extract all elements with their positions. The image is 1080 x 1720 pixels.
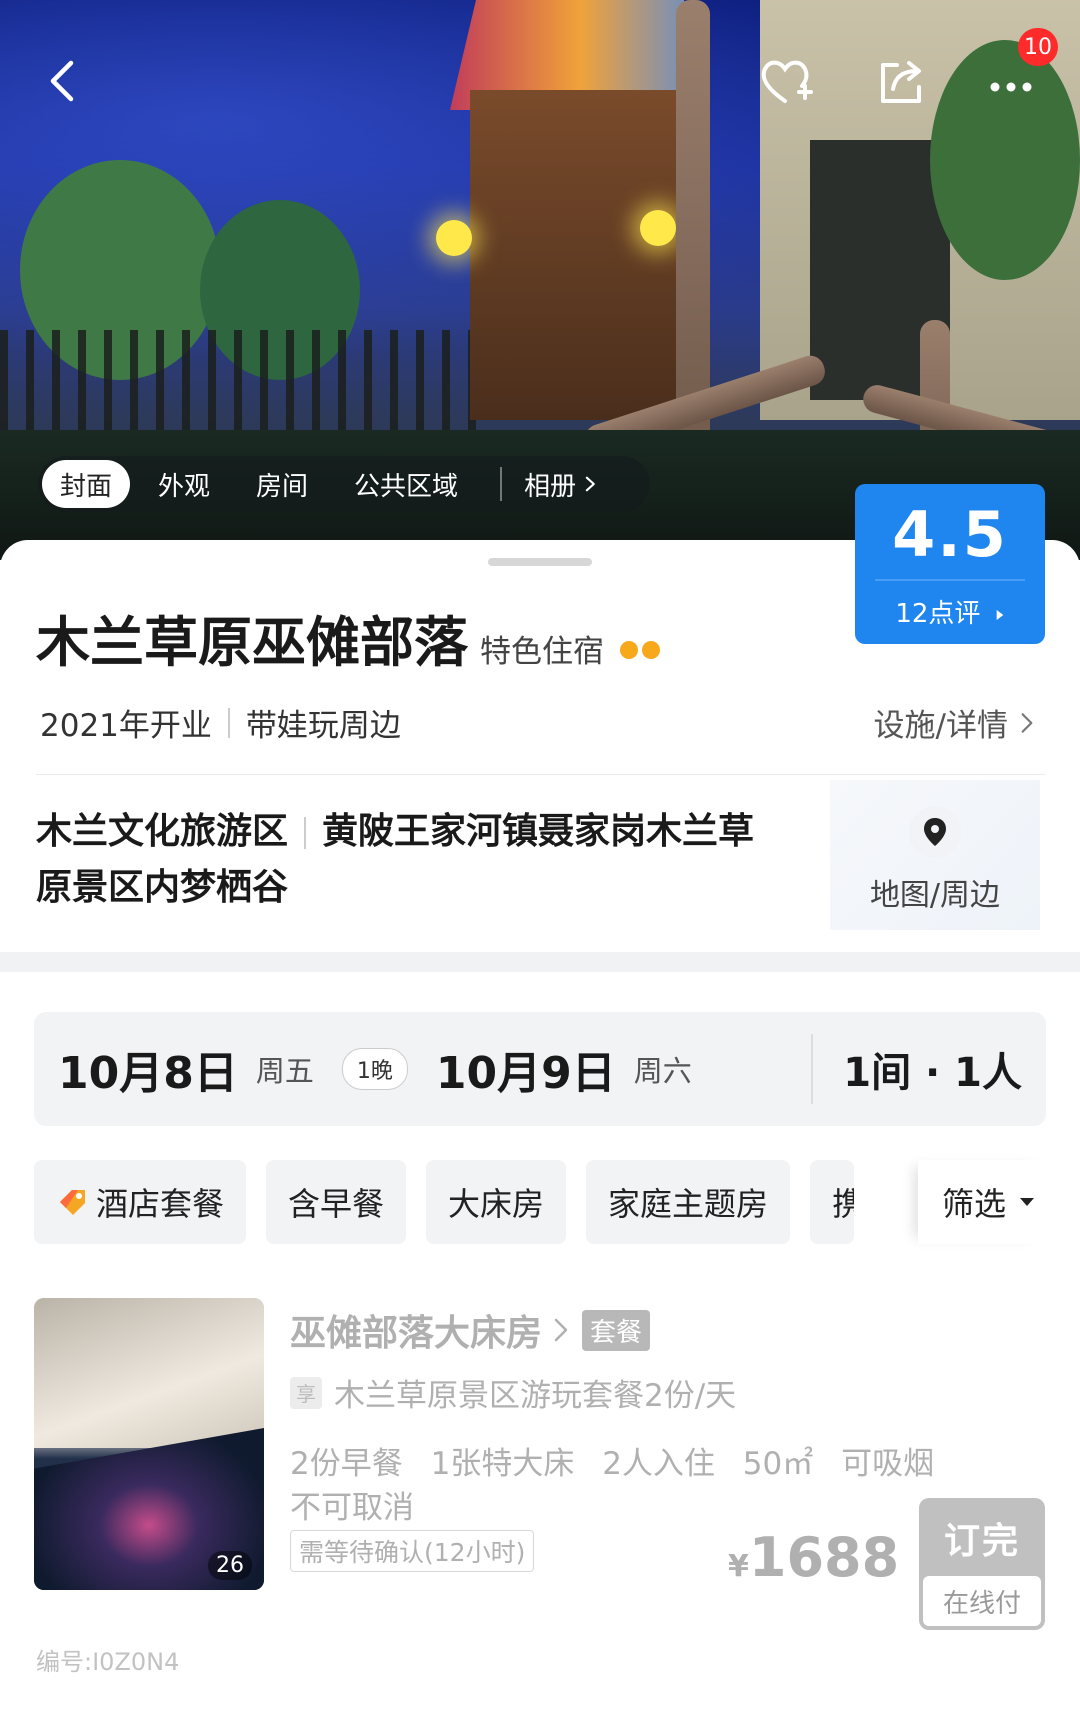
spec-occupancy: 2人入住 — [602, 1446, 715, 1482]
favorite-button[interactable] — [750, 46, 820, 116]
chevron-right-icon — [554, 1318, 568, 1342]
room-guest-count[interactable]: 1间 · 1人 — [813, 1040, 1046, 1098]
hotel-tag: 带娃玩周边 — [245, 708, 401, 744]
room-card[interactable]: 26 巫傩部落大床房 套餐 享 木兰草原景区游玩套餐2份/天 2份早餐 1张特大… — [34, 1298, 1046, 1630]
map-pin-wrapper — [909, 806, 961, 858]
chip-breakfast[interactable]: 含早餐 — [266, 1160, 407, 1244]
package-description: 木兰草原景区游玩套餐2份/天 — [334, 1378, 737, 1414]
section-divider — [0, 952, 1080, 972]
chip-family-theme[interactable]: 家庭主题房 — [586, 1160, 791, 1244]
share-icon — [881, 61, 921, 103]
gallery-tabs: 封面 外观 房间 公共区域 相册 — [38, 456, 650, 512]
room-specs: 2份早餐 1张特大床 2人入住 50㎡ 可吸烟 — [290, 1438, 952, 1483]
chevron-right-icon — [585, 476, 595, 492]
location-pin-icon — [924, 818, 946, 846]
hero-lamp — [436, 220, 472, 256]
hotel-detail-page: 10 封面 外观 房间 公共区域 相册 木兰草原巫傩部落 特色住宿 2021年开… — [0, 0, 1080, 1720]
map-button[interactable]: 地图/周边 — [830, 780, 1040, 930]
tab-exterior[interactable]: 外观 — [140, 460, 228, 508]
address-area: 木兰文化旅游区 — [36, 811, 289, 852]
price-currency: ¥ — [728, 1549, 749, 1584]
nights-badge: 1晚 — [341, 1048, 408, 1090]
chevron-left-icon — [50, 60, 74, 102]
tab-rooms[interactable]: 房间 — [238, 460, 326, 508]
drag-handle[interactable] — [488, 558, 592, 566]
spec-area: 50㎡ — [742, 1446, 814, 1482]
filter-button[interactable]: 筛选 — [918, 1160, 1048, 1244]
chip-label: 酒店套餐 — [96, 1185, 225, 1223]
album-label: 相册 — [524, 471, 577, 502]
hotel-address: 木兰文化旅游区 黄陂王家河镇聂家岗木兰草原景区内梦栖谷 — [36, 804, 776, 916]
chip-king-bed[interactable]: 大床房 — [426, 1160, 567, 1244]
notification-badge: 10 — [1018, 28, 1058, 66]
hero-hut — [470, 90, 690, 420]
rating-card[interactable]: 4.5 12点评 — [855, 484, 1045, 644]
room-name-row[interactable]: 巫傩部落大床房 套餐 — [290, 1304, 651, 1356]
chip-hotel-package[interactable]: 酒店套餐 — [34, 1160, 247, 1244]
album-link[interactable]: 相册 — [506, 460, 616, 508]
map-label: 地图/周边 — [869, 878, 1001, 913]
review-count-link[interactable]: 12点评 — [855, 593, 1045, 630]
divider — [36, 774, 1046, 775]
price-amount: 1688 — [748, 1526, 900, 1589]
room-name: 巫傩部落大床房 — [290, 1313, 543, 1354]
photo-count: 26 — [208, 1551, 252, 1580]
package-badge: 套餐 — [582, 1309, 651, 1351]
book-button[interactable]: 订完 在线付 — [919, 1498, 1045, 1630]
room-photo-interior — [34, 1298, 264, 1448]
details-link-label: 设施/详情 — [873, 708, 1008, 744]
caret-down-icon — [1020, 1198, 1035, 1206]
caret-right-icon — [996, 609, 1004, 620]
review-count: 12点评 — [895, 599, 981, 629]
opened-year: 2021年开业 — [40, 708, 212, 744]
back-button[interactable] — [30, 46, 100, 116]
checkout-date[interactable]: 10月9日 — [436, 1037, 616, 1101]
meta-divider — [227, 707, 230, 738]
room-photo[interactable]: 26 — [34, 1298, 264, 1590]
room-price: ¥1688 — [728, 1526, 899, 1589]
hotel-title-row: 木兰草原巫傩部落 特色住宿 — [36, 598, 664, 677]
details-link[interactable]: 设施/详情 — [874, 700, 1040, 745]
rating-score: 4.5 — [892, 498, 1008, 571]
package-description-row: 享 木兰草原景区游玩套餐2份/天 — [290, 1370, 736, 1415]
tab-divider — [500, 467, 503, 501]
hotel-name: 木兰草原巫傩部落 — [36, 611, 468, 674]
tab-public-area[interactable]: 公共区域 — [336, 460, 476, 508]
rating-dot — [620, 641, 638, 659]
hotel-type: 特色住宿 — [480, 634, 604, 670]
tag-icon — [60, 1190, 85, 1215]
tab-cover[interactable]: 封面 — [42, 460, 131, 508]
spec-bed: 1张特大床 — [430, 1446, 575, 1482]
sold-out-label: 订完 — [943, 1521, 1020, 1562]
filter-label: 筛选 — [942, 1185, 1007, 1223]
hotel-meta-row: 2021年开业 带娃玩周边 设施/详情 — [40, 700, 1040, 745]
checkout-weekday: 周六 — [633, 1054, 692, 1088]
pay-online-label: 在线付 — [923, 1576, 1041, 1626]
address-divider — [304, 817, 307, 849]
hero-fence — [0, 330, 480, 440]
spec-breakfast: 2份早餐 — [290, 1446, 403, 1482]
checkin-weekday: 周五 — [255, 1054, 314, 1088]
hotel-info-sheet: 木兰草原巫傩部落 特色住宿 2021年开业 带娃玩周边 设施/详情 木兰文化旅游… — [0, 540, 1080, 1720]
quick-filter-chips: 酒店套餐 含早餐 大床房 家庭主题房 携 — [34, 1160, 855, 1244]
rating-divider — [875, 579, 1025, 581]
enjoy-icon: 享 — [290, 1376, 322, 1409]
share-button[interactable] — [866, 46, 936, 116]
heart-plus-icon — [761, 60, 813, 103]
chevron-right-icon — [1021, 712, 1033, 733]
confirm-note: 需等待确认(12小时) — [290, 1530, 535, 1572]
hero-lamp — [640, 210, 676, 246]
rating-dot — [642, 641, 660, 659]
checkin-date[interactable]: 10月8日 — [58, 1037, 238, 1101]
cancel-policy: 不可取消 — [290, 1490, 414, 1526]
chip-partial[interactable]: 携 — [810, 1160, 855, 1244]
room-code: 编号:I0Z0N4 — [36, 1648, 180, 1676]
date-guest-selector[interactable]: 10月8日 周五 1晚 10月9日 周六 1间 · 1人 — [34, 1012, 1046, 1126]
rating-dots — [620, 641, 664, 659]
spec-smoking: 可吸烟 — [841, 1446, 935, 1482]
